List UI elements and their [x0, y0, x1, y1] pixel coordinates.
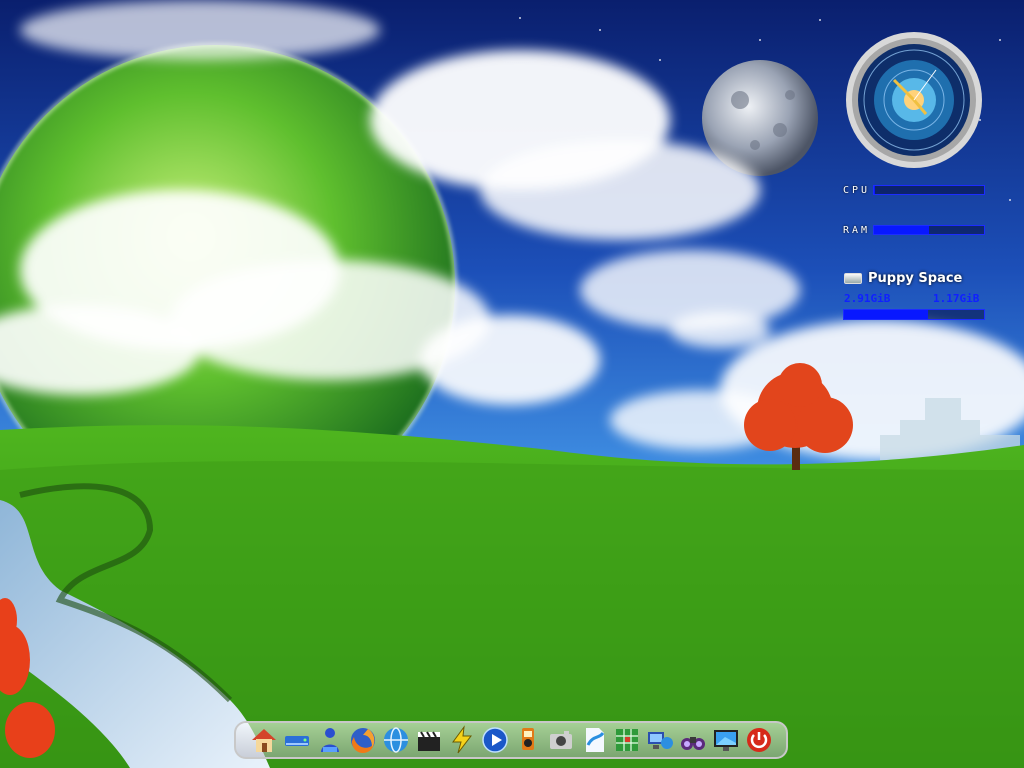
dock-display[interactable] — [710, 724, 742, 756]
space-meter — [843, 309, 985, 320]
home-icon — [252, 729, 276, 752]
document-icon — [586, 728, 605, 752]
dock-media-player[interactable] — [479, 724, 511, 756]
clapperboard-icon — [418, 731, 440, 751]
binoculars-icon — [681, 737, 705, 750]
zodiac-clock-icon — [846, 32, 982, 168]
space-meter-fill — [844, 310, 928, 319]
monitor-icon — [714, 730, 738, 751]
cpu-meter-fill — [874, 186, 876, 194]
ram-meter — [873, 225, 985, 235]
power-icon — [747, 728, 771, 752]
ram-label: RAM — [843, 225, 871, 236]
cpu-meter — [873, 185, 985, 195]
dock-lightning[interactable] — [446, 724, 478, 756]
dock-power[interactable] — [743, 724, 775, 756]
installer-icon — [321, 728, 339, 752]
dock-browser[interactable] — [380, 724, 412, 756]
dock-drive[interactable] — [281, 724, 313, 756]
space-free: 1.17GiB — [933, 292, 980, 305]
lightning-icon — [452, 725, 473, 754]
dock — [234, 721, 788, 759]
dock-video-editor[interactable] — [413, 724, 445, 756]
dock-installer[interactable] — [314, 724, 346, 756]
firefox-icon — [351, 728, 375, 754]
dock-spreadsheet[interactable] — [611, 724, 643, 756]
dock-search[interactable] — [677, 724, 709, 756]
cpu-label: CPU — [843, 185, 871, 196]
space-widget-title: Puppy Space — [844, 271, 962, 286]
dock-music-player[interactable] — [512, 724, 544, 756]
drive-icon — [844, 273, 862, 284]
space-used: 2.91GiB — [844, 292, 891, 305]
dock-network[interactable] — [644, 724, 676, 756]
network-icon — [648, 732, 673, 749]
music-player-icon — [522, 728, 534, 750]
camera-icon — [550, 731, 572, 749]
dock-home[interactable] — [248, 724, 280, 756]
desktop[interactable]: CPU RAM Puppy Space 2.91GiB 1.17GiB — [0, 0, 1024, 768]
dock-camera[interactable] — [545, 724, 577, 756]
spreadsheet-icon — [616, 729, 638, 751]
space-title-text: Puppy Space — [868, 271, 963, 286]
ram-meter-fill — [874, 226, 929, 234]
globe-icon — [384, 727, 408, 753]
drive-icon — [285, 736, 309, 746]
dock-document[interactable] — [578, 724, 610, 756]
play-icon — [482, 727, 508, 753]
dock-firefox[interactable] — [347, 724, 379, 756]
